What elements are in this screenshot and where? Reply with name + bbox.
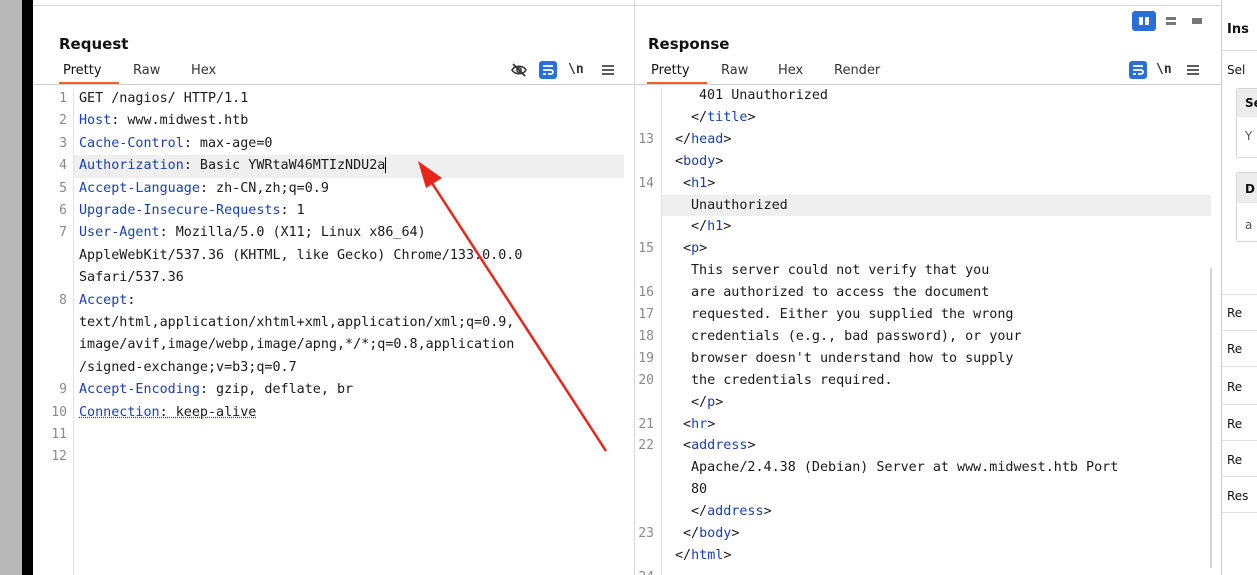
annotation-arrow <box>418 161 608 452</box>
